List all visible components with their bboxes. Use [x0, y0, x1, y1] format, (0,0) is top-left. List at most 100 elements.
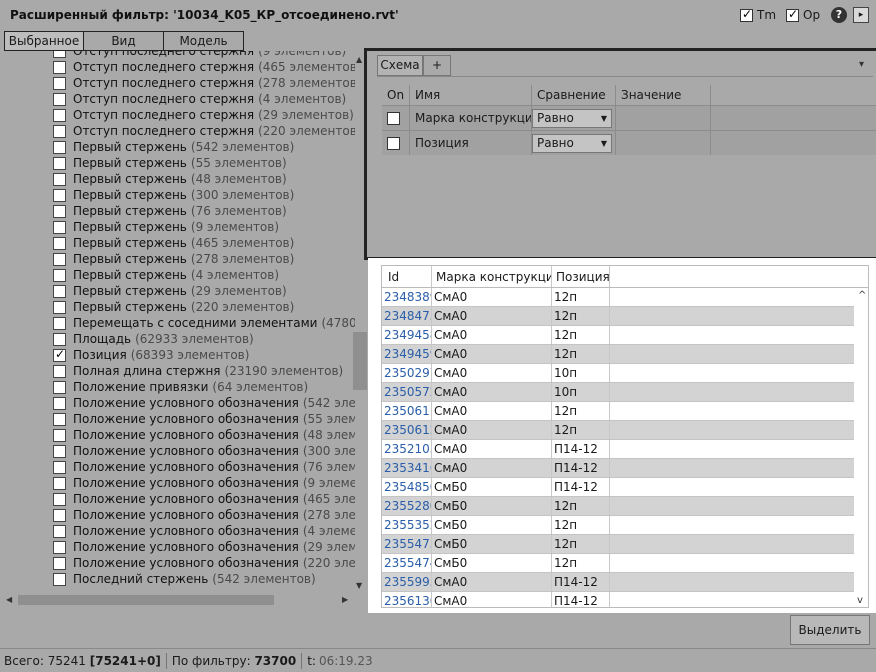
parameter-checkbox[interactable]: [53, 236, 66, 250]
table-row[interactable]: 2350612СмА012п: [382, 421, 868, 440]
result-id-link[interactable]: 2350611: [382, 402, 432, 420]
parameter-item[interactable]: Позиция(68393 элементов): [53, 347, 249, 363]
parameter-checkbox[interactable]: [53, 332, 66, 346]
col-id[interactable]: Id: [382, 266, 432, 287]
parameter-item[interactable]: Положение привязки (64 элементов): [53, 379, 308, 395]
parameter-item[interactable]: Перемещать с соседними элементами(47802 …: [53, 315, 355, 331]
parameter-item[interactable]: Отступ последнего стержня (220 элементов): [53, 123, 355, 139]
criteria-on-checkbox[interactable]: [387, 111, 400, 125]
parameter-checkbox[interactable]: [53, 428, 66, 442]
parameter-checkbox[interactable]: [53, 92, 66, 106]
parameter-item[interactable]: Положение условного обозначения(48 элеме…: [53, 427, 355, 443]
parameter-item[interactable]: Положение условного обозначения(29 элеме…: [53, 539, 355, 555]
result-id-link[interactable]: 2355352: [382, 516, 432, 534]
result-id-link[interactable]: 2350612: [382, 421, 432, 439]
table-row[interactable]: 2355473СмБ012п: [382, 535, 868, 554]
parameter-item[interactable]: Положение условного обозначения(76 элеме…: [53, 459, 355, 475]
tm-checkbox[interactable]: [740, 7, 753, 22]
table-row[interactable]: 2354850СмБ0П14-12: [382, 478, 868, 497]
table-row[interactable]: 2348389СмА012п: [382, 288, 868, 307]
parameter-checkbox[interactable]: [53, 492, 66, 506]
parameter-item[interactable]: Положение условного обозначения(300 элем…: [53, 443, 355, 459]
parameter-item[interactable]: Положение условного обозначения(278 элем…: [53, 507, 355, 523]
parameter-checkbox[interactable]: [53, 380, 66, 394]
parameter-item[interactable]: Отступ последнего стержня (4 элементов): [53, 91, 346, 107]
parameter-item[interactable]: Положение условного обозначения(465 элем…: [53, 491, 355, 507]
table-row[interactable]: 2350297СмА010п: [382, 364, 868, 383]
op-checkbox[interactable]: [786, 7, 799, 22]
parameter-checkbox[interactable]: [53, 572, 66, 586]
criteria-on-checkbox[interactable]: [387, 136, 400, 150]
parameter-checkbox[interactable]: [53, 140, 66, 154]
parameter-item[interactable]: Первый стержень (220 элементов): [53, 299, 294, 315]
result-id-link[interactable]: 2356130: [382, 592, 432, 607]
parameter-checkbox[interactable]: [53, 220, 66, 234]
parameter-item[interactable]: Отступ последнего стержня (278 элементов): [53, 75, 355, 91]
parameter-checkbox[interactable]: [53, 524, 66, 538]
parameter-checkbox[interactable]: [53, 172, 66, 186]
result-id-link[interactable]: 2348389: [382, 288, 432, 306]
parameter-item[interactable]: Первый стержень (9 элементов): [53, 219, 279, 235]
comparison-select[interactable]: Равно ▼: [532, 133, 612, 153]
scroll-down-icon[interactable]: v: [857, 595, 863, 606]
parameter-item[interactable]: Отступ последнего стержня (465 элементов): [53, 59, 355, 75]
parameter-checkbox[interactable]: [53, 412, 66, 426]
parameter-checkbox[interactable]: [53, 460, 66, 474]
result-id-link[interactable]: 2355474: [382, 554, 432, 572]
parameter-item[interactable]: Положение условного обозначения(4 элемен…: [53, 523, 355, 539]
table-row[interactable]: 2350572СмА010п: [382, 383, 868, 402]
parameter-item[interactable]: Площадь (62933 элементов): [53, 331, 254, 347]
table-row[interactable]: 2355280СмБ012п: [382, 497, 868, 516]
parameter-checkbox[interactable]: [53, 508, 66, 522]
parameter-item[interactable]: Положение условного обозначения(542 элем…: [53, 395, 355, 411]
criteria-value-field[interactable]: [616, 131, 711, 155]
parameter-item[interactable]: Положение условного обозначения(55 элеме…: [53, 411, 355, 427]
table-row[interactable]: 2355352СмБ012п: [382, 516, 868, 535]
parameter-checkbox[interactable]: [53, 60, 66, 74]
criteria-row[interactable]: Позиция Равно ▼: [382, 130, 876, 155]
scroll-down-icon[interactable]: ▼: [356, 581, 362, 590]
parameter-checkbox[interactable]: [53, 124, 66, 138]
parameter-checkbox[interactable]: [53, 364, 66, 378]
result-id-link[interactable]: 2353416: [382, 459, 432, 477]
parameter-checkbox[interactable]: [53, 252, 66, 266]
table-row[interactable]: 2352105СмА0П14-12: [382, 440, 868, 459]
parameter-checkbox[interactable]: [53, 316, 66, 330]
parameter-checkbox[interactable]: [53, 204, 66, 218]
scroll-up-icon[interactable]: ^: [858, 290, 866, 301]
tab-selected[interactable]: Выбранное: [4, 31, 84, 51]
parameter-list-hscrollbar[interactable]: ◀ ▶: [0, 593, 368, 607]
scroll-left-icon[interactable]: ◀: [6, 595, 12, 604]
table-row[interactable]: 2353416СмА0П14-12: [382, 459, 868, 478]
parameter-item[interactable]: Первый стержень (48 элементов): [53, 171, 287, 187]
result-id-link[interactable]: 2349459: [382, 345, 432, 363]
parameter-item[interactable]: Последний стержень (542 элементов): [53, 571, 316, 587]
select-button[interactable]: Выделить: [790, 615, 870, 645]
table-row[interactable]: 2350611СмА012п: [382, 402, 868, 421]
add-schema-button[interactable]: +: [423, 55, 451, 76]
parameter-checkbox[interactable]: [53, 284, 66, 298]
col-position[interactable]: Позиция: [552, 266, 610, 287]
parameter-item[interactable]: Первый стержень (4 элементов): [53, 267, 279, 283]
table-row[interactable]: 2349458СмА012п: [382, 326, 868, 345]
parameter-checkbox[interactable]: [53, 108, 66, 122]
results-vscrollbar[interactable]: ^ v: [854, 288, 868, 607]
parameter-item[interactable]: Первый стержень (465 элементов): [53, 235, 294, 251]
parameter-item[interactable]: Первый стержень (300 элементов): [53, 187, 294, 203]
parameter-checkbox[interactable]: [53, 188, 66, 202]
scroll-up-icon[interactable]: ▲: [356, 55, 362, 64]
scroll-right-icon[interactable]: ▶: [342, 595, 348, 604]
table-row[interactable]: 2355995СмА0П14-12: [382, 573, 868, 592]
parameter-checkbox[interactable]: [53, 300, 66, 314]
help-icon[interactable]: ?: [831, 7, 847, 23]
parameter-checkbox[interactable]: [53, 556, 66, 570]
parameter-checkbox[interactable]: [53, 76, 66, 90]
result-id-link[interactable]: 2355995: [382, 573, 432, 591]
result-id-link[interactable]: 2355473: [382, 535, 432, 553]
parameter-item[interactable]: Положение условного обозначения(220 элем…: [53, 555, 355, 571]
chevron-down-icon[interactable]: ▾: [859, 59, 864, 70]
parameter-item[interactable]: Положение условного обозначения(9 элемен…: [53, 475, 355, 491]
parameter-item[interactable]: Отступ последнего стержня (9 элементов): [53, 51, 346, 59]
tab-view[interactable]: Вид: [84, 31, 164, 51]
parameter-checkbox[interactable]: [53, 268, 66, 282]
